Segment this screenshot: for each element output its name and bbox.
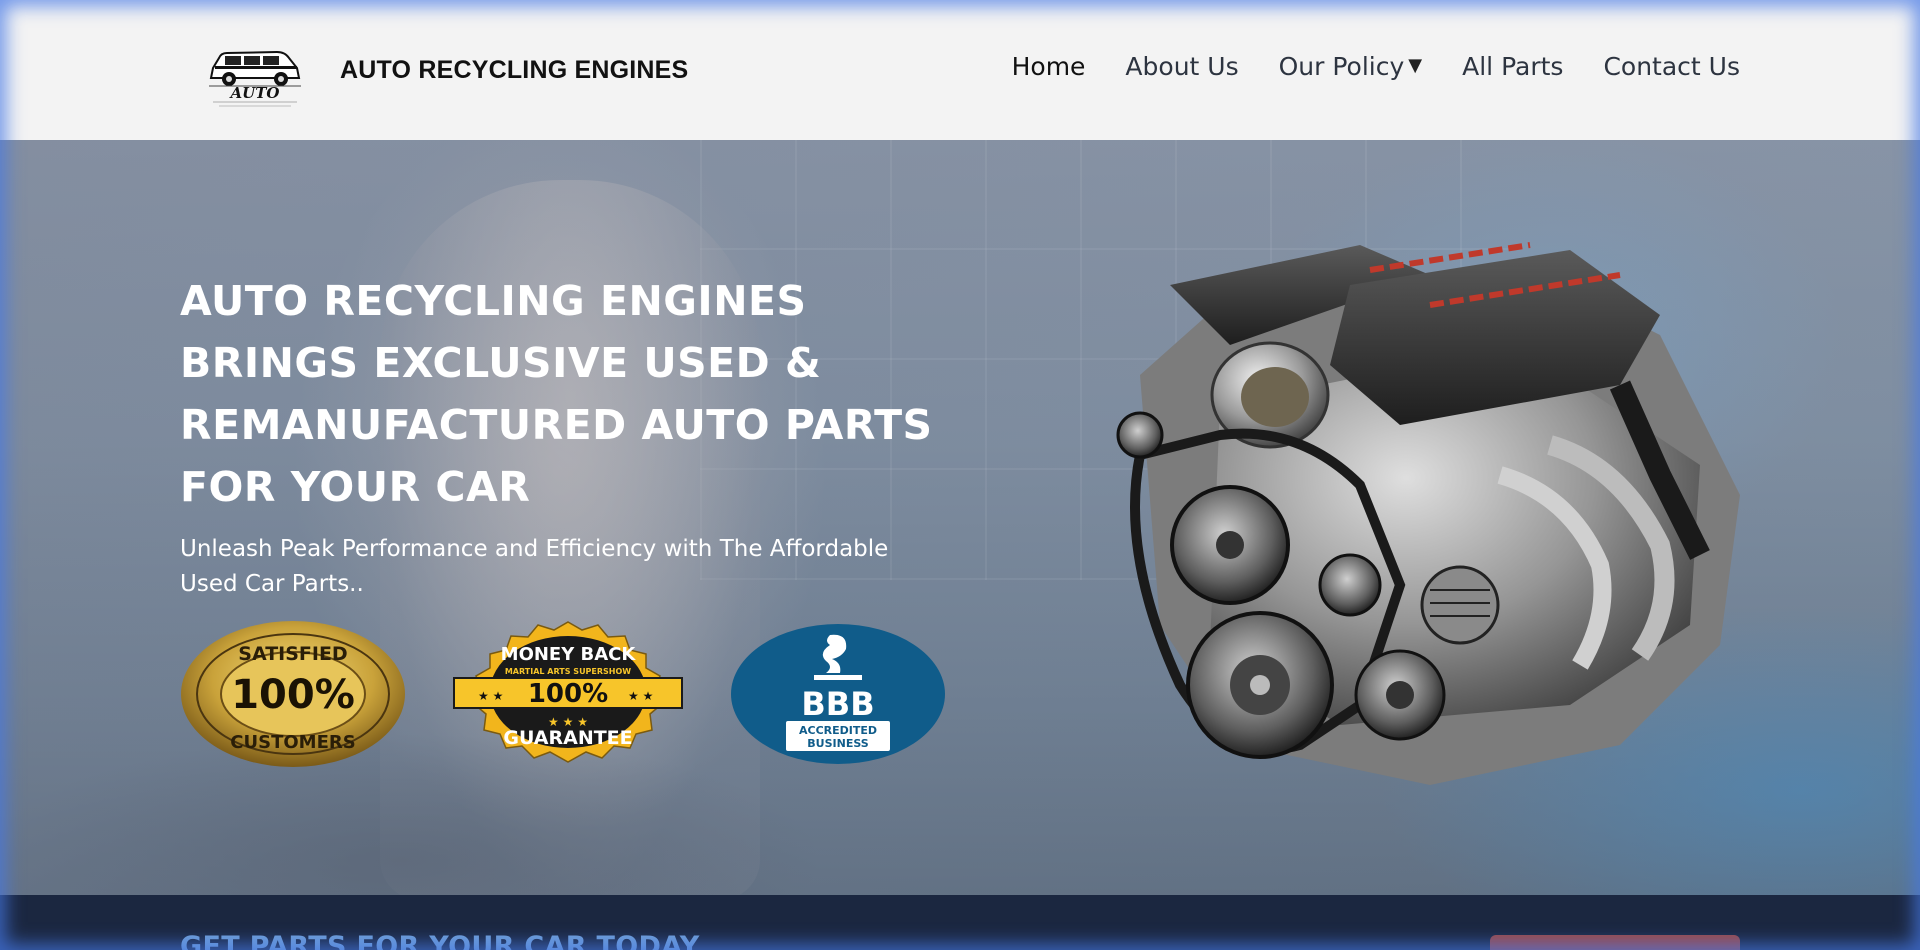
svg-text:MONEY BACK: MONEY BACK xyxy=(501,644,637,665)
hero-subtitle: Unleash Peak Performance and Efficiency … xyxy=(180,536,889,597)
svg-text:GUARANTEE: GUARANTEE xyxy=(503,727,632,749)
nav-our-policy[interactable]: Our Policy ▼ xyxy=(1279,52,1423,81)
cta-heading: GET PARTS FOR YOUR CAR TODAY xyxy=(180,931,700,950)
svg-text:100%: 100% xyxy=(528,679,608,709)
svg-text:MARTIAL ARTS SUPERSHOW: MARTIAL ARTS SUPERSHOW xyxy=(505,667,631,676)
nav-about-us[interactable]: About Us xyxy=(1125,52,1238,81)
hero-section: AUTO RECYCLING ENGINES BRINGS EXCLUSIVE … xyxy=(0,140,1920,895)
svg-text:BBB: BBB xyxy=(801,685,874,723)
satisfied-customers-badge-icon: SATISFIED 100% CUSTOMERS xyxy=(181,621,405,767)
bbb-accredited-badge-icon: BBB ACCREDITED BUSINESS xyxy=(731,624,945,764)
svg-text:ACCREDITED: ACCREDITED xyxy=(799,724,877,737)
nav-all-parts[interactable]: All Parts xyxy=(1462,52,1563,81)
site-logo[interactable]: AUTO xyxy=(205,38,305,110)
nav-our-policy-label: Our Policy xyxy=(1278,52,1405,81)
svg-text:★ ★: ★ ★ xyxy=(478,689,503,703)
money-back-guarantee-badge-icon: MONEY BACK MARTIAL ARTS SUPERSHOW 100% ★… xyxy=(453,621,683,763)
main-nav: Home About Us Our Policy ▼ All Parts Con… xyxy=(1012,52,1740,81)
svg-text:AUTO: AUTO xyxy=(229,84,280,102)
hero-title: AUTO RECYCLING ENGINES BRINGS EXCLUSIVE … xyxy=(180,277,933,511)
site-header: AUTO AUTO RECYCLING ENGINES Home About U… xyxy=(0,0,1920,140)
svg-text:SATISFIED: SATISFIED xyxy=(238,643,347,665)
svg-text:100%: 100% xyxy=(231,672,355,718)
nav-home[interactable]: Home xyxy=(1012,52,1086,81)
car-logo-icon: AUTO xyxy=(209,50,301,107)
cta-bar: GET PARTS FOR YOUR CAR TODAY xyxy=(0,895,1920,950)
svg-text:CUSTOMERS: CUSTOMERS xyxy=(230,732,355,753)
engine-image xyxy=(1116,242,1740,785)
svg-text:★ ★: ★ ★ xyxy=(628,689,653,703)
trust-badges: SATISFIED 100% CUSTOMERS MONEY BACK MART… xyxy=(180,620,946,768)
cta-button[interactable] xyxy=(1490,935,1740,950)
brand-name[interactable]: AUTO RECYCLING ENGINES xyxy=(340,56,688,85)
svg-text:BUSINESS: BUSINESS xyxy=(807,737,868,750)
nav-contact-us[interactable]: Contact Us xyxy=(1603,52,1740,81)
caret-down-icon: ▼ xyxy=(1408,55,1423,76)
